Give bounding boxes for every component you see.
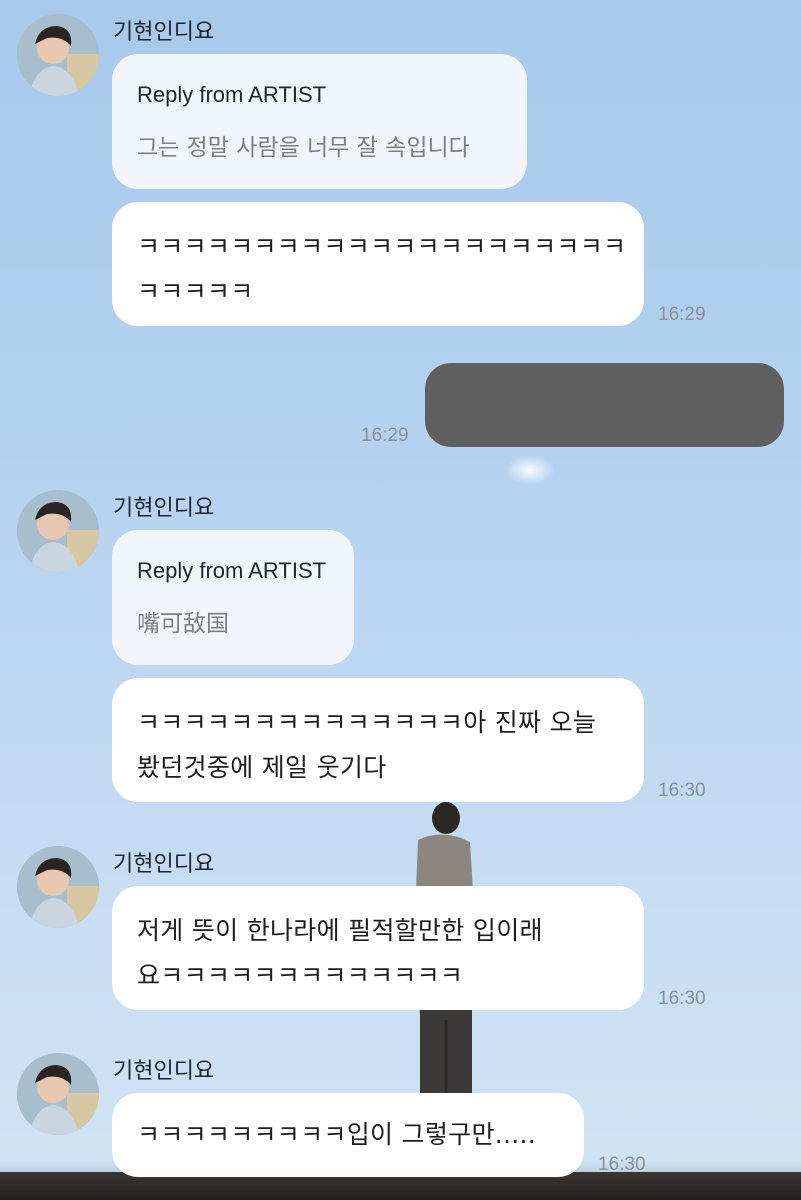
sender-avatar[interactable]: [17, 1053, 99, 1135]
avatar-photo-icon: [17, 14, 99, 96]
message-bubble[interactable]: 저게 뜻이 한나라에 필적할만한 입이래 요ㅋㅋㅋㅋㅋㅋㅋㅋㅋㅋㅋㅋㅋ: [112, 886, 644, 1010]
reply-label: Reply from ARTIST: [137, 558, 327, 583]
avatar-photo-icon: [17, 490, 99, 572]
sender-avatar[interactable]: [17, 846, 99, 928]
background-cloud: [505, 455, 555, 485]
sender-avatar[interactable]: [17, 14, 99, 96]
reply-quoted-text: 嘴可敌国: [137, 611, 229, 637]
message-bubble[interactable]: ㅋㅋㅋㅋㅋㅋㅋㅋㅋㅋㅋㅋㅋㅋㅋㅋㅋㅋㅋㅋㅋ ㅋㅋㅋㅋㅋ: [112, 202, 644, 326]
avatar-photo-icon: [17, 846, 99, 928]
reply-label: Reply from ARTIST: [137, 82, 327, 107]
message-text: 저게 뜻이 한나라에 필적할만한 입이래 요ㅋㅋㅋㅋㅋㅋㅋㅋㅋㅋㅋㅋㅋ: [137, 908, 543, 998]
sender-name: 기현인디요: [113, 852, 215, 877]
message-timestamp: 16:30: [598, 1154, 646, 1175]
message-text-line: 요ㅋㅋㅋㅋㅋㅋㅋㅋㅋㅋㅋㅋㅋ: [137, 961, 464, 990]
message-bubble[interactable]: ㅋㅋㅋㅋㅋㅋㅋㅋㅋ입이 그렇구만.....: [112, 1093, 584, 1177]
message-text-line: ㅋㅋㅋㅋㅋㅋㅋㅋㅋㅋㅋㅋㅋㅋㅋㅋㅋㅋㅋㅋㅋ: [137, 232, 627, 261]
message-text-line: ㅋㅋㅋㅋㅋ: [137, 277, 254, 306]
reply-bubble[interactable]: Reply from ARTIST 嘴可敌国: [112, 530, 354, 665]
message-text-line: ㅋㅋㅋㅋㅋㅋㅋㅋㅋ입이 그렇구만.....: [137, 1120, 536, 1149]
message-timestamp: 16:29: [361, 425, 409, 446]
message-timestamp: 16:30: [658, 780, 706, 801]
message-text-line: 봤던것중에 제일 웃기다: [137, 753, 387, 782]
reply-quoted-text: 그는 정말 사람을 너무 잘 속입니다: [137, 135, 470, 161]
message-bubble[interactable]: ㅋㅋㅋㅋㅋㅋㅋㅋㅋㅋㅋㅋㅋㅋ아 진짜 오늘 봤던것중에 제일 웃기다: [112, 678, 644, 802]
own-message-bubble-redacted[interactable]: [425, 363, 784, 447]
message-text: ㅋㅋㅋㅋㅋㅋㅋㅋㅋㅋㅋㅋㅋㅋㅋㅋㅋㅋㅋㅋㅋ ㅋㅋㅋㅋㅋ: [137, 224, 626, 314]
message-text-line: ㅋㅋㅋㅋㅋㅋㅋㅋㅋㅋㅋㅋㅋㅋ아 진짜 오늘: [137, 708, 597, 737]
sender-name: 기현인디요: [113, 1059, 215, 1084]
sender-avatar[interactable]: [17, 490, 99, 572]
message-timestamp: 16:30: [658, 988, 706, 1009]
reply-bubble[interactable]: Reply from ARTIST 그는 정말 사람을 너무 잘 속입니다: [112, 54, 527, 189]
message-text: ㅋㅋㅋㅋㅋㅋㅋㅋㅋㅋㅋㅋㅋㅋ아 진짜 오늘 봤던것중에 제일 웃기다: [137, 700, 596, 790]
sender-name: 기현인디요: [113, 20, 215, 45]
avatar-photo-icon: [17, 1053, 99, 1135]
message-text: ㅋㅋㅋㅋㅋㅋㅋㅋㅋ입이 그렇구만.....: [137, 1112, 536, 1157]
message-text-line: 저게 뜻이 한나라에 필적할만한 입이래: [137, 916, 543, 945]
sender-name: 기현인디요: [113, 496, 215, 521]
message-timestamp: 16:29: [658, 304, 706, 325]
